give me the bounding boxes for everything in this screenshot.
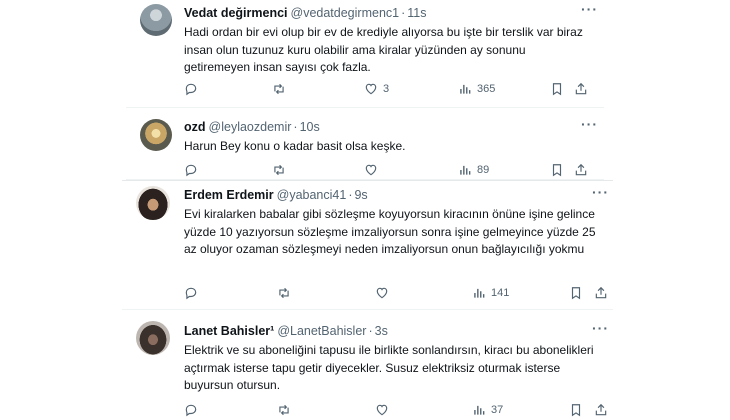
bookmark-button[interactable] bbox=[550, 163, 564, 177]
author-handle[interactable]: @LanetBahisler bbox=[277, 324, 366, 338]
separator-dot: · bbox=[293, 120, 298, 134]
like-icon bbox=[376, 287, 388, 299]
views-count: 365 bbox=[477, 83, 496, 95]
separator-dot: · bbox=[401, 6, 406, 20]
retweet-icon bbox=[279, 404, 289, 416]
author-name[interactable]: Lanet Bahisler¹ bbox=[184, 324, 274, 338]
like-button[interactable] bbox=[364, 163, 378, 177]
reply-icon bbox=[185, 164, 197, 177]
views-icon bbox=[460, 84, 471, 94]
bookmark-icon bbox=[571, 404, 581, 417]
reply-button[interactable] bbox=[184, 286, 198, 300]
reply-button[interactable] bbox=[184, 82, 198, 96]
tweet-text: Hadi ordan bir evi olup bir ev de krediy… bbox=[184, 25, 583, 74]
tweet-card[interactable]: Lanet Bahisler¹ @LanetBahisler · 3s ··· Ele… bbox=[122, 312, 613, 420]
avatar[interactable] bbox=[136, 321, 170, 355]
tweet-actions: 37 bbox=[184, 403, 614, 420]
tweet-card[interactable]: ozd @leylaozdemir · 10s ··· Harun Bey konu … bbox=[126, 108, 604, 180]
avatar[interactable] bbox=[140, 4, 172, 36]
retweet-icon bbox=[274, 164, 284, 176]
views-icon bbox=[474, 405, 485, 415]
retweet-button[interactable] bbox=[277, 286, 291, 300]
author-name[interactable]: ozd bbox=[184, 120, 206, 134]
tweet-header: Lanet Bahisler¹ @LanetBahisler · 3s bbox=[184, 324, 388, 338]
avatar[interactable] bbox=[136, 186, 170, 220]
timestamp[interactable]: 3s bbox=[375, 324, 388, 338]
timestamp[interactable]: 10s bbox=[300, 120, 320, 134]
like-button[interactable]: 3 bbox=[364, 82, 389, 96]
tweet-card[interactable]: Erdem Erdemir @yabanci41 · 9s ··· Evi kiral… bbox=[122, 180, 613, 310]
author-handle[interactable]: @leylaozdemir bbox=[209, 120, 292, 134]
views-button[interactable]: 37 bbox=[472, 403, 503, 417]
tweet-actions: 141 bbox=[184, 286, 614, 304]
like-button[interactable] bbox=[375, 286, 389, 300]
separator-dot: · bbox=[368, 324, 373, 338]
author-name[interactable]: Erdem Erdemir bbox=[184, 188, 274, 202]
share-button[interactable] bbox=[574, 82, 588, 96]
bookmark-icon bbox=[571, 287, 581, 300]
retweet-icon bbox=[274, 83, 284, 95]
share-icon bbox=[595, 286, 607, 299]
like-count: 3 bbox=[383, 83, 390, 95]
bookmark-button[interactable] bbox=[550, 82, 564, 96]
tweet-header: Erdem Erdemir @yabanci41 · 9s bbox=[184, 188, 368, 202]
retweet-icon bbox=[279, 287, 289, 299]
views-button[interactable]: 89 bbox=[458, 163, 489, 177]
timestamp[interactable]: 9s bbox=[354, 188, 367, 202]
reply-icon bbox=[185, 404, 197, 417]
tweet-text: Harun Bey konu o kadar basit olsa keşke. bbox=[184, 139, 406, 153]
views-icon bbox=[474, 288, 485, 298]
views-count: 37 bbox=[491, 404, 504, 416]
views-button[interactable]: 365 bbox=[458, 82, 495, 96]
tweet-text: Elektrik ve su aboneliğini tapusu ile bi… bbox=[184, 343, 594, 392]
retweet-button[interactable] bbox=[272, 82, 286, 96]
reply-button[interactable] bbox=[184, 403, 198, 417]
more-icon[interactable]: ··· bbox=[581, 1, 598, 17]
share-button[interactable] bbox=[574, 163, 588, 177]
share-icon bbox=[575, 82, 587, 95]
author-handle[interactable]: @yabanci41 bbox=[277, 188, 347, 202]
author-handle[interactable]: @vedatdegirmenc1 bbox=[291, 6, 400, 20]
separator-dot: · bbox=[348, 188, 353, 202]
reply-button[interactable] bbox=[184, 163, 198, 177]
reply-icon bbox=[185, 287, 197, 300]
views-icon bbox=[460, 165, 471, 175]
tweet-text: Evi kiralarken babalar gibi sözleşme koy… bbox=[184, 207, 596, 256]
retweet-button[interactable] bbox=[272, 163, 286, 177]
retweet-button[interactable] bbox=[277, 403, 291, 417]
like-icon bbox=[376, 404, 388, 416]
share-icon bbox=[595, 403, 607, 416]
bookmark-icon bbox=[552, 83, 562, 96]
bookmark-button[interactable] bbox=[569, 286, 583, 300]
share-icon bbox=[575, 163, 587, 176]
tweet-actions: 89 bbox=[184, 163, 604, 181]
like-icon bbox=[365, 164, 377, 176]
tweet-header: Vedat değirmenci @vedatdegirmenc1 · 11s bbox=[184, 6, 427, 20]
reply-icon bbox=[185, 83, 197, 96]
share-button[interactable] bbox=[594, 286, 608, 300]
more-icon[interactable]: ··· bbox=[592, 320, 609, 336]
avatar[interactable] bbox=[140, 119, 172, 151]
tweet-header: ozd @leylaozdemir · 10s bbox=[184, 120, 320, 134]
author-name[interactable]: Vedat değirmenci bbox=[184, 6, 288, 20]
like-icon bbox=[365, 83, 377, 95]
views-button[interactable]: 141 bbox=[472, 286, 509, 300]
share-button[interactable] bbox=[594, 403, 608, 417]
timestamp[interactable]: 11s bbox=[407, 6, 426, 20]
views-count: 89 bbox=[477, 164, 490, 176]
tweet-actions: 3 365 bbox=[184, 82, 604, 100]
bookmark-button[interactable] bbox=[569, 403, 583, 417]
more-icon[interactable]: ··· bbox=[592, 184, 609, 200]
bookmark-icon bbox=[552, 164, 562, 177]
views-count: 141 bbox=[491, 287, 510, 299]
tweet-card[interactable]: Vedat değirmenci @vedatdegirmenc1 · 11s ···… bbox=[126, 0, 604, 108]
more-icon[interactable]: ··· bbox=[581, 116, 598, 132]
like-button[interactable] bbox=[375, 403, 389, 417]
